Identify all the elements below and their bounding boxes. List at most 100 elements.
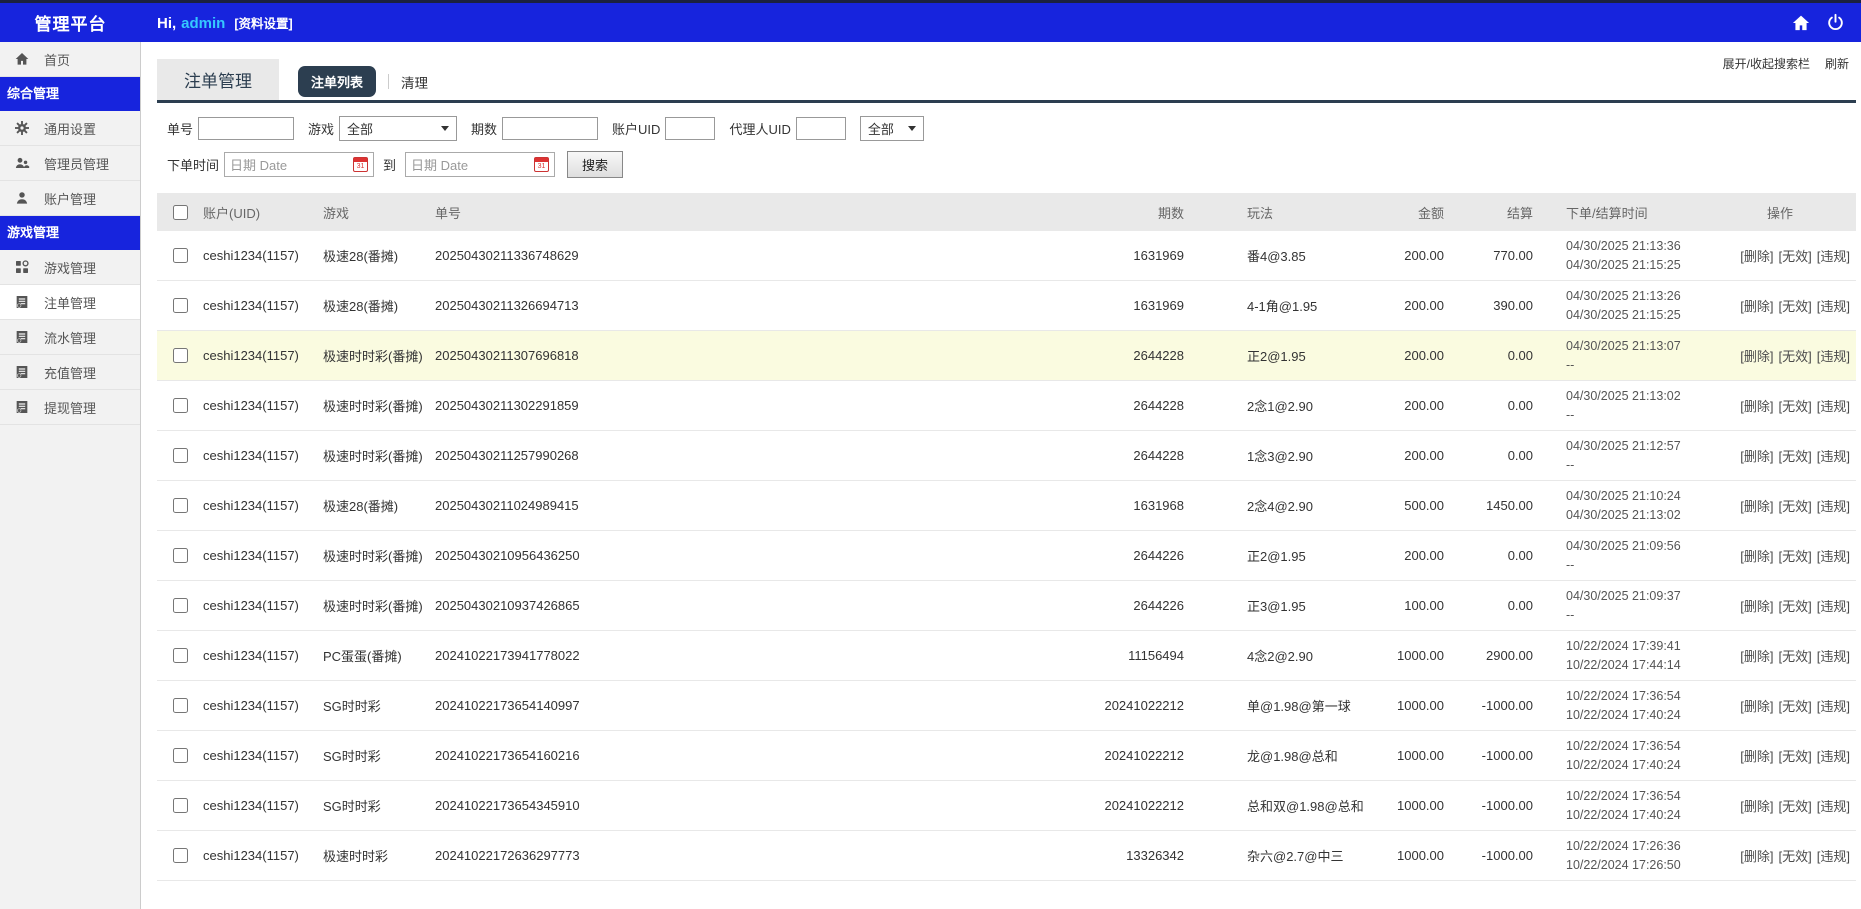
violation-link[interactable]: [违规] <box>1817 746 1850 765</box>
end-date-input[interactable]: 日期 Date 31 <box>405 152 555 177</box>
violation-link[interactable]: [违规] <box>1817 596 1850 615</box>
invalid-link[interactable]: [无效] <box>1779 746 1812 765</box>
power-icon[interactable] <box>1826 13 1845 32</box>
row-checkbox[interactable] <box>173 698 188 713</box>
home-icon[interactable] <box>1791 13 1811 33</box>
cell-period: 20241022212 <box>1064 781 1184 830</box>
sidebar-item[interactable]: 提现管理 <box>0 390 140 425</box>
invalid-link[interactable]: [无效] <box>1779 446 1812 465</box>
violation-link[interactable]: [违规] <box>1817 546 1850 565</box>
sidebar-item[interactable]: 注单管理 <box>0 285 140 320</box>
invalid-link[interactable]: [无效] <box>1779 846 1812 865</box>
sidebar-item[interactable]: 充值管理 <box>0 355 140 390</box>
row-checkbox[interactable] <box>173 598 188 613</box>
refresh-link[interactable]: 刷新 <box>1825 55 1849 72</box>
violation-link[interactable]: [违规] <box>1817 846 1850 865</box>
invalid-link[interactable]: [无效] <box>1779 596 1812 615</box>
delete-link[interactable]: [删除] <box>1740 596 1773 615</box>
cell-game: 极速时时彩(番摊) <box>323 581 435 630</box>
row-checkbox[interactable] <box>173 798 188 813</box>
invalid-link[interactable]: [无效] <box>1779 346 1812 365</box>
invalid-link[interactable]: [无效] <box>1779 396 1812 415</box>
violation-link[interactable]: [违规] <box>1817 396 1850 415</box>
search-button[interactable]: 搜索 <box>567 151 623 178</box>
sidebar-item-label: 流水管理 <box>44 328 96 347</box>
invalid-link[interactable]: [无效] <box>1779 296 1812 315</box>
row-checkbox[interactable] <box>173 548 188 563</box>
cell-account: ceshi1234(1157) <box>203 581 323 630</box>
order-no-input[interactable] <box>198 117 294 140</box>
row-checkbox[interactable] <box>173 648 188 663</box>
violation-link[interactable]: [违规] <box>1817 346 1850 365</box>
violation-link[interactable]: [违规] <box>1817 646 1850 665</box>
tab-order-list[interactable]: 注单列表 <box>298 66 376 97</box>
sidebar-item[interactable]: 账户管理 <box>0 181 140 216</box>
violation-link[interactable]: [违规] <box>1817 246 1850 265</box>
delete-link[interactable]: [删除] <box>1740 446 1773 465</box>
game-select[interactable]: 全部 <box>339 116 457 141</box>
invalid-link[interactable]: [无效] <box>1779 696 1812 715</box>
sidebar-item[interactable]: 通用设置 <box>0 111 140 146</box>
sidebar-item[interactable]: 游戏管理 <box>0 250 140 285</box>
game-label: 游戏 <box>308 119 334 138</box>
delete-link[interactable]: [删除] <box>1740 246 1773 265</box>
status-select[interactable]: 全部 <box>860 116 924 141</box>
row-checkbox[interactable] <box>173 448 188 463</box>
toggle-search-bar-link[interactable]: 展开/收起搜索栏 <box>1723 55 1810 72</box>
start-date-input[interactable]: 日期 Date 31 <box>224 152 374 177</box>
game-select-value: 全部 <box>347 119 373 138</box>
cell-game: PC蛋蛋(番摊) <box>323 631 435 680</box>
cell-order-no: 20241022173654140997 <box>435 681 1064 730</box>
delete-link[interactable]: [删除] <box>1740 846 1773 865</box>
cell-amount: 200.00 <box>1389 381 1444 430</box>
invalid-link[interactable]: [无效] <box>1779 246 1812 265</box>
calendar-icon[interactable]: 31 <box>353 157 368 172</box>
delete-link[interactable]: [删除] <box>1740 746 1773 765</box>
account-uid-input[interactable] <box>665 117 715 140</box>
violation-link[interactable]: [违规] <box>1817 796 1850 815</box>
calendar-icon[interactable]: 31 <box>534 157 549 172</box>
period-input[interactable] <box>502 117 598 140</box>
sidebar-item-label: 通用设置 <box>44 119 96 138</box>
select-all-checkbox[interactable] <box>173 205 188 220</box>
row-checkbox[interactable] <box>173 248 188 263</box>
sidebar-item[interactable]: 管理员管理 <box>0 146 140 181</box>
row-checkbox[interactable] <box>173 298 188 313</box>
violation-link[interactable]: [违规] <box>1817 296 1850 315</box>
row-checkbox[interactable] <box>173 348 188 363</box>
violation-link[interactable]: [违规] <box>1817 496 1850 515</box>
tab-cleanup[interactable]: 清理 <box>401 72 428 92</box>
delete-link[interactable]: [删除] <box>1740 296 1773 315</box>
row-checkbox[interactable] <box>173 498 188 513</box>
row-checkbox[interactable] <box>173 398 188 413</box>
delete-link[interactable]: [删除] <box>1740 546 1773 565</box>
table-row: ceshi1234(1157) SG时时彩 202410221736543459… <box>157 781 1856 831</box>
delete-link[interactable]: [删除] <box>1740 496 1773 515</box>
table-row: ceshi1234(1157) 极速时时彩(番摊) 20250430211302… <box>157 381 1856 431</box>
delete-link[interactable]: [删除] <box>1740 696 1773 715</box>
agent-uid-input[interactable] <box>796 117 846 140</box>
status-select-value: 全部 <box>868 119 894 138</box>
header-settle: 结算 <box>1444 193 1533 231</box>
chevron-down-icon <box>908 126 916 131</box>
settled-time: -- <box>1566 456 1574 474</box>
sidebar-item[interactable]: 首页 <box>0 42 140 77</box>
delete-link[interactable]: [删除] <box>1740 346 1773 365</box>
cell-times: 04/30/2025 21:13:07 -- <box>1533 331 1704 380</box>
violation-link[interactable]: [违规] <box>1817 446 1850 465</box>
sidebar-item[interactable]: 流水管理 <box>0 320 140 355</box>
invalid-link[interactable]: [无效] <box>1779 496 1812 515</box>
delete-link[interactable]: [删除] <box>1740 396 1773 415</box>
delete-link[interactable]: [删除] <box>1740 646 1773 665</box>
violation-link[interactable]: [违规] <box>1817 696 1850 715</box>
invalid-link[interactable]: [无效] <box>1779 646 1812 665</box>
invalid-link[interactable]: [无效] <box>1779 796 1812 815</box>
invalid-link[interactable]: [无效] <box>1779 546 1812 565</box>
row-checkbox[interactable] <box>173 848 188 863</box>
profile-settings-link[interactable]: [资料设置] <box>234 13 292 32</box>
placed-time: 10/22/2024 17:39:41 <box>1566 637 1681 655</box>
settled-time: -- <box>1566 556 1574 574</box>
delete-link[interactable]: [删除] <box>1740 796 1773 815</box>
cell-account: ceshi1234(1157) <box>203 731 323 780</box>
row-checkbox[interactable] <box>173 748 188 763</box>
